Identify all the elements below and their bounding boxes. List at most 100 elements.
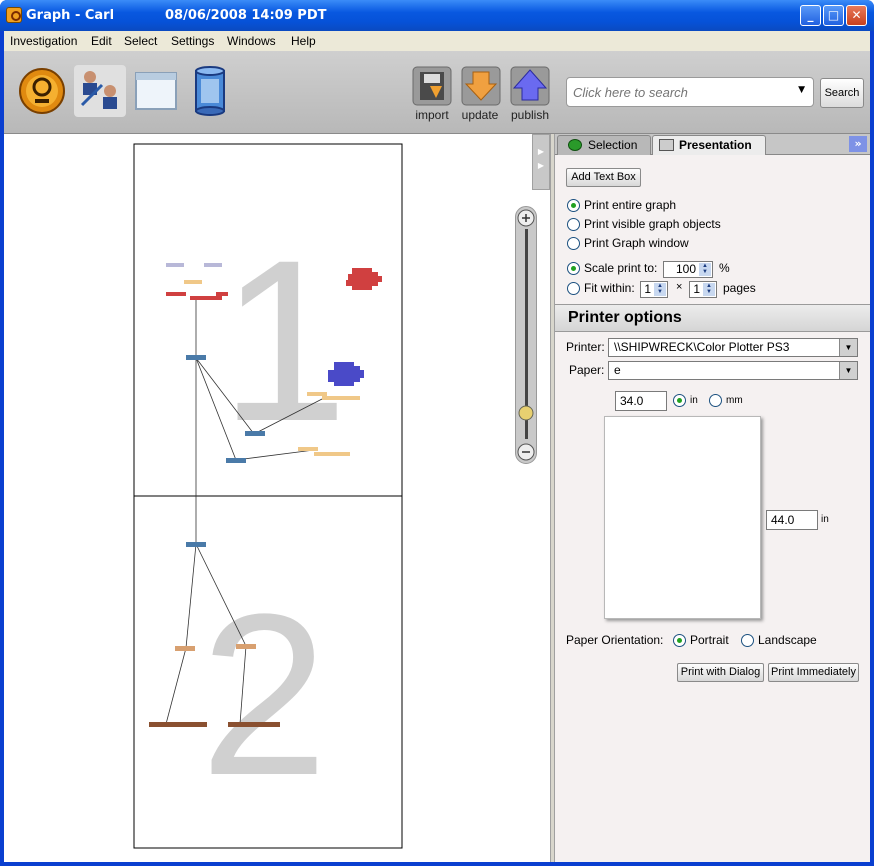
paper-label: Paper: [569,363,605,377]
graph-node[interactable] [186,542,206,547]
scale-percent-spinner[interactable]: 100 ▲ ▼ [663,261,713,278]
unit-in-radio[interactable] [673,394,686,407]
fit-across-value: 1 [644,282,651,296]
minimize-button[interactable]: _ [800,5,821,26]
graph-node[interactable] [236,644,256,649]
fit-within-label[interactable]: Fit within: [584,281,635,295]
graph-node[interactable] [314,452,350,456]
print-immediately-button[interactable]: Print Immediately [768,663,859,682]
paper-orientation-label: Paper Orientation: [566,633,664,647]
scale-print-label[interactable]: Scale print to: [584,261,657,275]
fit-within-radio[interactable] [567,282,580,295]
tab-selection[interactable]: Selection [557,135,651,155]
graph-node[interactable] [184,280,202,284]
menu-investigation[interactable]: Investigation [10,34,77,48]
add-text-box-button[interactable]: Add Text Box [566,168,641,187]
fit-down-spinner[interactable]: 1 ▲ ▼ [689,281,717,298]
database-tool-button[interactable] [190,65,230,117]
close-button[interactable]: ✕ [846,5,867,26]
window-bottom-border [0,862,874,866]
fit-down-value: 1 [693,282,700,296]
fit-across-spinner[interactable]: 1 ▲ ▼ [640,281,668,298]
graph-node[interactable] [226,458,246,463]
menu-settings[interactable]: Settings [171,34,214,48]
zoom-slider-graphic [517,209,535,461]
graph-node[interactable] [307,392,327,396]
height-unit-label: in [821,514,829,525]
graph-tool-button[interactable] [74,65,126,117]
window-tool-button[interactable] [132,67,180,115]
unit-mm-label[interactable]: mm [726,395,743,406]
times-sign: × [676,281,683,293]
graph-node[interactable] [245,431,265,436]
publish-button[interactable] [510,66,550,106]
search-dropdown-icon[interactable]: ▼ [798,85,805,95]
print-graph-window-radio[interactable] [567,237,580,250]
logo-tool-button[interactable] [18,67,68,117]
page-number-1: 1 [220,212,348,469]
spinner-arrows-icon[interactable]: ▲ ▼ [654,283,666,296]
printer-icon [659,139,674,151]
tab-presentation[interactable]: Presentation [652,135,766,155]
unit-mm-radio[interactable] [709,394,722,407]
graph-node[interactable] [149,722,207,727]
menu-windows[interactable]: Windows [227,34,276,48]
graph-node[interactable] [204,263,222,267]
title-bar[interactable]: Graph - Carl 08/06/2008 14:09 PDT _ □ ✕ [0,0,874,31]
collapse-panel-button[interactable]: ▶ ▶ [532,134,550,190]
menu-select[interactable]: Select [124,34,157,48]
search-box[interactable]: ▼ [566,77,814,107]
search-input[interactable] [573,85,783,100]
printer-select[interactable]: \\SHIPWRECK\Color Plotter PS3 ▼ [608,338,858,357]
page-number-2: 2 [200,566,328,823]
spinner-arrows-icon[interactable]: ▲ ▼ [699,263,711,276]
landscape-label[interactable]: Landscape [758,633,817,647]
landscape-radio[interactable] [741,634,754,647]
database-icon [195,66,225,116]
scale-print-radio[interactable] [567,262,580,275]
zoom-thumb[interactable] [518,405,534,421]
paper-select[interactable]: e ▼ [608,361,858,380]
print-visible-objects-label[interactable]: Print visible graph objects [584,217,721,231]
app-icon [6,7,22,23]
print-visible-objects-radio[interactable] [567,218,580,231]
spinner-arrows-icon[interactable]: ▲ ▼ [703,283,715,296]
window-title: Graph - Carl [26,8,115,23]
graph-node[interactable] [228,722,280,727]
publish-label[interactable]: publish [500,108,560,122]
portrait-label[interactable]: Portrait [690,633,729,647]
maximize-button[interactable]: □ [823,5,844,26]
print-entire-graph-label[interactable]: Print entire graph [584,198,676,212]
tab-selection-label: Selection [588,138,638,152]
graph-node[interactable] [298,447,318,451]
pages-label: pages [723,281,756,295]
menu-edit[interactable]: Edit [91,34,112,48]
graph-node[interactable] [186,355,206,360]
chevron-down-icon[interactable]: ▼ [839,339,857,356]
up-arrow-icon [510,66,550,106]
chevron-down-icon[interactable]: ▼ [839,362,857,379]
import-button[interactable] [412,66,452,106]
paper-width-field[interactable]: 34.0 [615,391,667,411]
menu-help[interactable]: Help [291,34,316,48]
graph-node[interactable] [175,646,195,651]
update-button[interactable] [461,66,501,106]
print-graph-window-label[interactable]: Print Graph window [584,236,689,250]
more-tabs-icon[interactable]: » [849,136,867,152]
paper-select-value: e [614,363,621,377]
graph-node[interactable] [166,263,184,267]
print-with-dialog-button[interactable]: Print with Dialog [677,663,764,682]
tab-presentation-label: Presentation [679,138,752,152]
graph-node[interactable] [322,396,360,400]
printer-label: Printer: [566,340,605,354]
print-entire-graph-radio[interactable] [567,199,580,212]
search-button[interactable]: Search [820,78,864,108]
paper-height-field[interactable]: 44.0 [766,510,818,530]
graph-drawing: 1 2 [133,143,403,849]
zoom-slider[interactable] [515,206,537,464]
presentation-panel: Selection Presentation » Add Text Box Pr… [555,134,870,862]
application-window: Graph - Carl 08/06/2008 14:09 PDT _ □ ✕ … [0,0,874,866]
portrait-radio[interactable] [673,634,686,647]
graph-canvas[interactable]: 1 2 [4,134,550,862]
unit-in-label[interactable]: in [690,395,698,406]
